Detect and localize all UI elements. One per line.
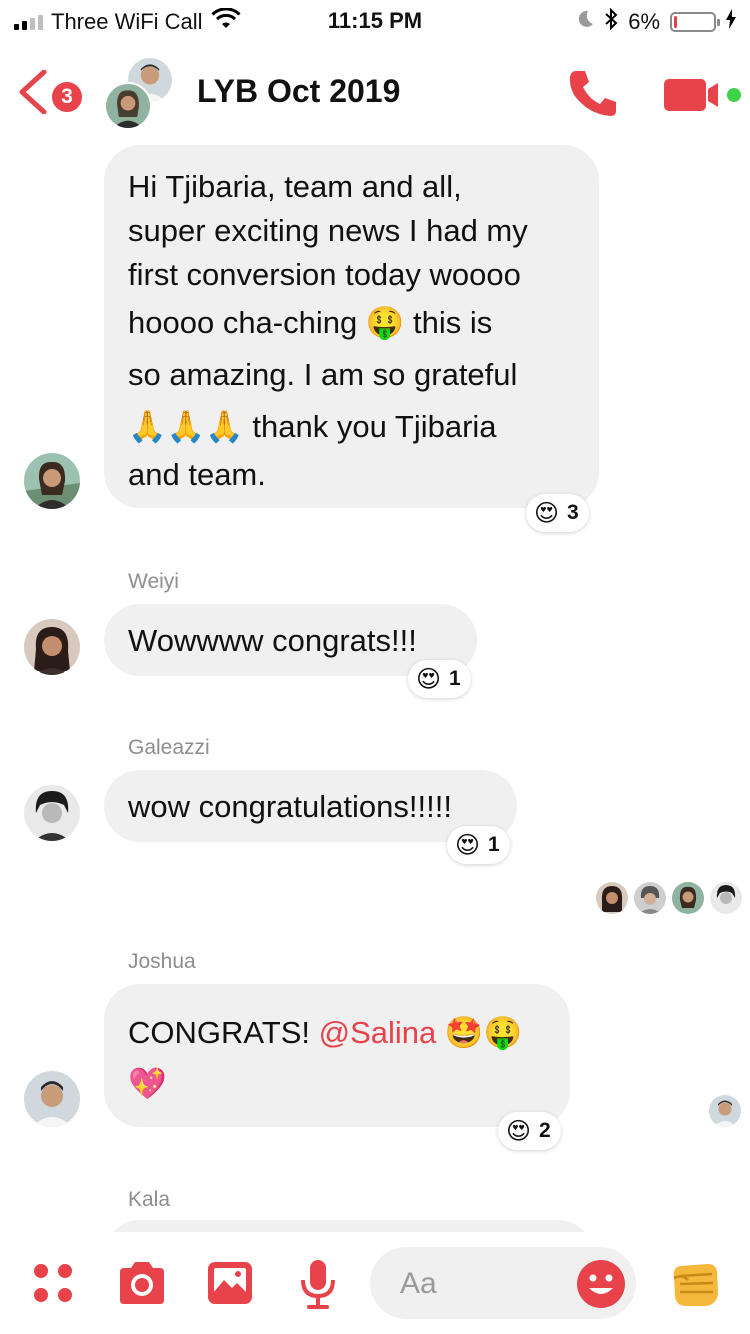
message-line: so amazing. I am so grateful bbox=[128, 357, 518, 392]
message-text: Wowwww congrats!!! bbox=[128, 622, 417, 658]
group-avatar[interactable] bbox=[104, 56, 178, 130]
gallery-button[interactable] bbox=[206, 1260, 254, 1311]
heart-eyes-emoji: 😍 bbox=[455, 831, 481, 859]
reaction-count: 1 bbox=[488, 833, 500, 856]
message-emoji-line: 💖 bbox=[128, 1066, 167, 1101]
active-dot-icon bbox=[727, 88, 741, 102]
conversation-header: 3 LYB Oct 2019 bbox=[0, 40, 750, 140]
fist-bump-button[interactable] bbox=[668, 1256, 722, 1315]
sender-name: Kala bbox=[128, 1188, 171, 1211]
read-receipt-avatar[interactable] bbox=[709, 1095, 741, 1127]
read-receipt-avatar bbox=[710, 882, 742, 914]
read-receipt-avatar bbox=[596, 882, 628, 914]
message-line: Hi Tjibaria, team and all, bbox=[128, 169, 462, 204]
apps-grid-button[interactable] bbox=[32, 1262, 76, 1311]
read-receipt-avatar bbox=[672, 882, 704, 914]
avatar[interactable] bbox=[24, 619, 80, 675]
message-text: CONGRATS! bbox=[128, 1015, 319, 1050]
microphone-icon bbox=[301, 1260, 335, 1309]
apps-grid-icon bbox=[34, 1264, 72, 1302]
reaction-pill[interactable]: 😍 1 bbox=[447, 826, 510, 864]
phone-icon bbox=[569, 71, 616, 116]
reaction-pill[interactable]: 😍 2 bbox=[498, 1112, 561, 1150]
avatar bbox=[104, 82, 152, 130]
emoji-button[interactable] bbox=[576, 1259, 626, 1314]
gallery-icon bbox=[208, 1262, 252, 1304]
sender-name: Galeazzi bbox=[128, 736, 210, 759]
heart-eyes-emoji: 😍 bbox=[506, 1117, 532, 1145]
voice-call-button[interactable] bbox=[566, 67, 620, 119]
video-camera-icon bbox=[664, 79, 741, 111]
bluetooth-icon bbox=[604, 7, 618, 36]
sender-name: Weiyi bbox=[128, 570, 179, 593]
composer-bar: Aa bbox=[0, 1232, 750, 1334]
message-line: hoooo cha-ching 🤑 this is bbox=[128, 305, 493, 340]
reaction-count: 1 bbox=[449, 667, 461, 690]
camera-icon bbox=[120, 1262, 164, 1304]
conversation-title[interactable]: LYB Oct 2019 bbox=[197, 73, 400, 110]
reaction-count: 2 bbox=[539, 1119, 551, 1142]
status-bar: Three WiFi Call 11:15 PM 6% bbox=[0, 0, 750, 40]
battery-icon bbox=[670, 12, 720, 32]
message-line: first conversion today woooo bbox=[128, 257, 521, 292]
heart-eyes-emoji: 😍 bbox=[534, 499, 560, 527]
moon-icon bbox=[576, 9, 594, 35]
back-chevron-icon bbox=[19, 69, 47, 115]
message-line: 🙏🙏🙏 thank you Tjibaria bbox=[128, 409, 497, 444]
message-emojis: 🤩🤑 bbox=[436, 1015, 523, 1050]
message-text: wow congratulations!!!!! bbox=[128, 788, 452, 824]
heart-eyes-emoji: 😍 bbox=[416, 665, 442, 693]
message-bubble[interactable]: CONGRATS! @Salina 🤩🤑 💖 bbox=[104, 984, 570, 1127]
read-receipts[interactable] bbox=[596, 882, 742, 914]
mention-link[interactable]: @Salina bbox=[319, 1015, 437, 1050]
microphone-button[interactable] bbox=[298, 1258, 338, 1315]
battery-percent: 6% bbox=[628, 9, 660, 34]
message-bubble[interactable]: Hi Tjibaria, team and all, super excitin… bbox=[104, 145, 599, 508]
camera-button[interactable] bbox=[116, 1260, 168, 1311]
emoji-smiley-icon bbox=[577, 1260, 625, 1308]
video-call-button[interactable] bbox=[662, 75, 746, 115]
message-input-placeholder: Aa bbox=[400, 1267, 437, 1300]
reaction-pill[interactable]: 😍 3 bbox=[526, 494, 589, 532]
reaction-count: 3 bbox=[567, 501, 579, 524]
sender-name: Joshua bbox=[128, 950, 196, 973]
charging-bolt-icon bbox=[726, 9, 736, 35]
avatar[interactable] bbox=[24, 1071, 80, 1127]
fist-bump-icon bbox=[673, 1264, 718, 1306]
message-input[interactable]: Aa bbox=[370, 1247, 636, 1319]
avatar[interactable] bbox=[24, 785, 80, 841]
message-line: super exciting news I had my bbox=[128, 213, 528, 248]
message-line: and team. bbox=[128, 457, 266, 492]
avatar[interactable] bbox=[24, 453, 80, 509]
read-receipt-avatar bbox=[634, 882, 666, 914]
unread-badge: 3 bbox=[49, 79, 85, 115]
reaction-pill[interactable]: 😍 1 bbox=[408, 660, 471, 698]
